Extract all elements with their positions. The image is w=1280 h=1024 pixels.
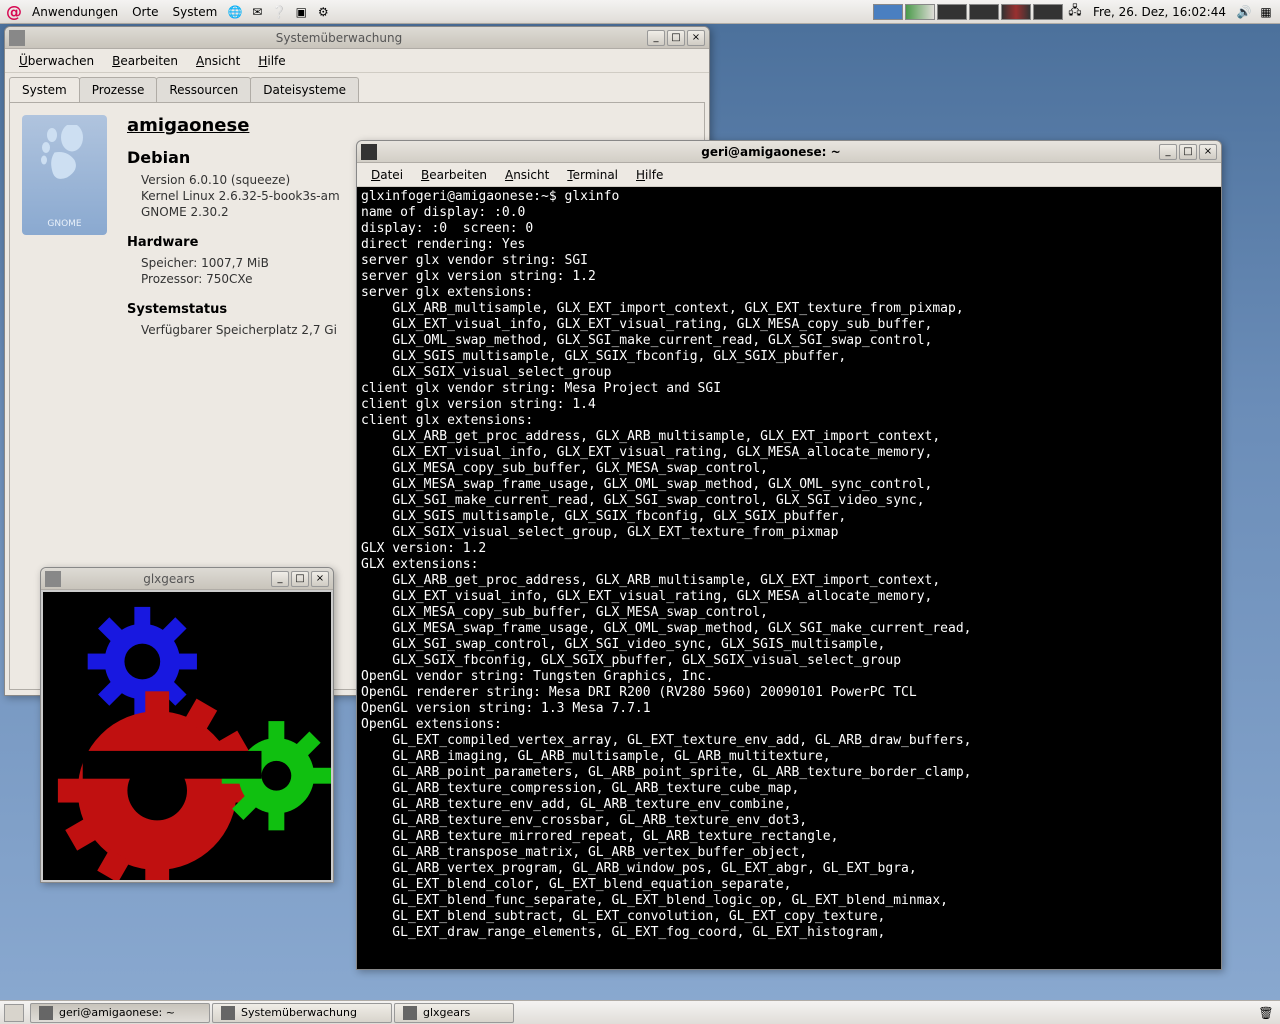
bottom-panel: geri@amigaonese: ~ Systemüberwachung glx… — [0, 1000, 1280, 1024]
glxgears-canvas — [41, 590, 333, 882]
volume-icon[interactable]: 🔊 — [1234, 2, 1254, 22]
tab-dateisysteme[interactable]: Dateisysteme — [250, 77, 359, 102]
workspace-4[interactable] — [969, 4, 999, 20]
places-menu[interactable]: Orte — [126, 3, 164, 21]
glx-close-button[interactable]: × — [311, 571, 329, 587]
terminal-title: geri@amigaonese: ~ — [383, 145, 1159, 159]
term-menu-terminal[interactable]: Terminal — [559, 165, 626, 185]
term-menu-bearbeiten[interactable]: Bearbeiten — [413, 165, 495, 185]
clock[interactable]: Fre, 26. Dez, 16:02:44 — [1087, 5, 1232, 19]
workspace-1[interactable] — [873, 4, 903, 20]
terminal-window: geri@amigaonese: ~ _ □ × Datei Bearbeite… — [356, 140, 1222, 970]
tab-prozesse[interactable]: Prozesse — [79, 77, 158, 102]
memory-info: Speicher: 1007,7 MiB — [141, 256, 340, 270]
mail-launcher-icon[interactable]: ✉ — [247, 2, 267, 22]
glxgears-icon — [45, 571, 61, 587]
term-menu-datei[interactable]: Datei — [363, 165, 411, 185]
workspace-6[interactable] — [1033, 4, 1063, 20]
term-menu-hilfe[interactable]: Hilfe — [628, 165, 671, 185]
close-button[interactable]: × — [687, 30, 705, 46]
terminal-maximize-button[interactable]: □ — [1179, 144, 1197, 160]
task-glxgears-icon — [403, 1006, 417, 1020]
menu-uberwachen[interactable]: Überwachen — [11, 51, 102, 71]
system-info: amigaonese Debian Version 6.0.10 (squeez… — [127, 115, 340, 339]
term-menu-ansicht[interactable]: Ansicht — [497, 165, 557, 185]
hardware-heading: Hardware — [127, 235, 340, 250]
tray-icon[interactable]: ▦ — [1256, 2, 1276, 22]
applications-menu[interactable]: Anwendungen — [26, 3, 124, 21]
workspace-3[interactable] — [937, 4, 967, 20]
sysmon-icon — [9, 30, 25, 46]
gnome-foot-icon — [37, 125, 87, 185]
trash-icon[interactable]: 🗑 — [1256, 1003, 1276, 1023]
tab-ressourcen[interactable]: Ressourcen — [156, 77, 251, 102]
applet-icon[interactable]: ⚙ — [313, 2, 333, 22]
os-name: Debian — [127, 148, 340, 167]
menu-hilfe[interactable]: Hilfe — [250, 51, 293, 71]
glxgears-window: glxgears _ □ × — [40, 567, 334, 883]
system-menu[interactable]: System — [167, 3, 224, 21]
task-glxgears[interactable]: glxgears — [394, 1003, 514, 1023]
browser-launcher-icon[interactable]: 🌐 — [225, 2, 245, 22]
workspace-2[interactable] — [905, 4, 935, 20]
menu-ansicht[interactable]: Ansicht — [188, 51, 248, 71]
minimize-button[interactable]: _ — [647, 30, 665, 46]
status-heading: Systemstatus — [127, 302, 340, 317]
task-sysmon-label: Systemüberwachung — [241, 1006, 357, 1019]
tab-system[interactable]: System — [9, 77, 80, 102]
network-applet-icon[interactable]: 🖧 — [1065, 2, 1085, 22]
task-glxgears-label: glxgears — [423, 1006, 470, 1019]
task-sysmon-icon — [221, 1006, 235, 1020]
kernel-version: Kernel Linux 2.6.32-5-book3s-am — [141, 189, 340, 203]
terminal-output[interactable]: glxinfogeri@amigaonese:~$ glxinfo name o… — [357, 187, 1221, 969]
debian-logo-icon[interactable]: @ — [4, 2, 24, 22]
sysmon-menubar: Überwachen Bearbeiten Ansicht Hilfe — [5, 49, 709, 73]
sysmon-titlebar[interactable]: Systemüberwachung _ □ × — [5, 27, 709, 49]
sysmon-title: Systemüberwachung — [31, 31, 647, 45]
terminal-launcher-icon[interactable]: ▣ — [291, 2, 311, 22]
gnome-logo: GNOME — [22, 115, 107, 235]
terminal-minimize-button[interactable]: _ — [1159, 144, 1177, 160]
terminal-close-button[interactable]: × — [1199, 144, 1217, 160]
glx-maximize-button[interactable]: □ — [291, 571, 309, 587]
menu-bearbeiten[interactable]: Bearbeiten — [104, 51, 186, 71]
terminal-titlebar[interactable]: geri@amigaonese: ~ _ □ × — [357, 141, 1221, 163]
hostname: amigaonese — [127, 115, 340, 136]
glx-minimize-button[interactable]: _ — [271, 571, 289, 587]
gnome-version: GNOME 2.30.2 — [141, 205, 340, 219]
help-launcher-icon[interactable]: ❔ — [269, 2, 289, 22]
workspace-5[interactable] — [1001, 4, 1031, 20]
top-panel: @ Anwendungen Orte System 🌐 ✉ ❔ ▣ ⚙ 🖧 Fr… — [0, 0, 1280, 24]
task-terminal-icon — [39, 1006, 53, 1020]
processor-info: Prozessor: 750CXe — [141, 272, 340, 286]
disk-info: Verfügbarer Speicherplatz 2,7 Gi — [141, 323, 340, 337]
sysmon-tabs: System Prozesse Ressourcen Dateisysteme — [5, 73, 709, 102]
terminal-menubar: Datei Bearbeiten Ansicht Terminal Hilfe — [357, 163, 1221, 187]
task-sysmon[interactable]: Systemüberwachung — [212, 1003, 392, 1023]
terminal-icon — [361, 144, 377, 160]
workspace-switcher[interactable] — [873, 4, 1063, 20]
glxgears-title: glxgears — [67, 572, 271, 586]
show-desktop-button[interactable] — [4, 1004, 24, 1022]
glxgears-titlebar[interactable]: glxgears _ □ × — [41, 568, 333, 590]
maximize-button[interactable]: □ — [667, 30, 685, 46]
os-version: Version 6.0.10 (squeeze) — [141, 173, 340, 187]
task-terminal-label: geri@amigaonese: ~ — [59, 1006, 175, 1019]
task-terminal[interactable]: geri@amigaonese: ~ — [30, 1003, 210, 1023]
